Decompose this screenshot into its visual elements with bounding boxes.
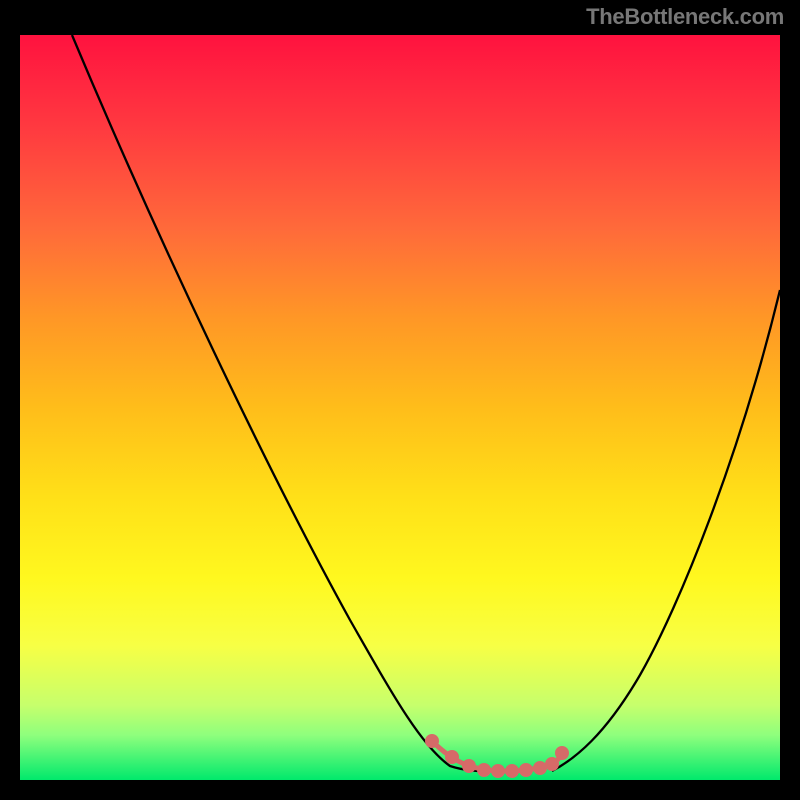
attribution-text: TheBottleneck.com (586, 4, 784, 30)
chart-stage: TheBottleneck.com (0, 0, 800, 800)
left-curve (72, 35, 480, 771)
right-curve (552, 290, 780, 771)
curves-svg (20, 35, 780, 780)
plot-area (20, 35, 780, 780)
